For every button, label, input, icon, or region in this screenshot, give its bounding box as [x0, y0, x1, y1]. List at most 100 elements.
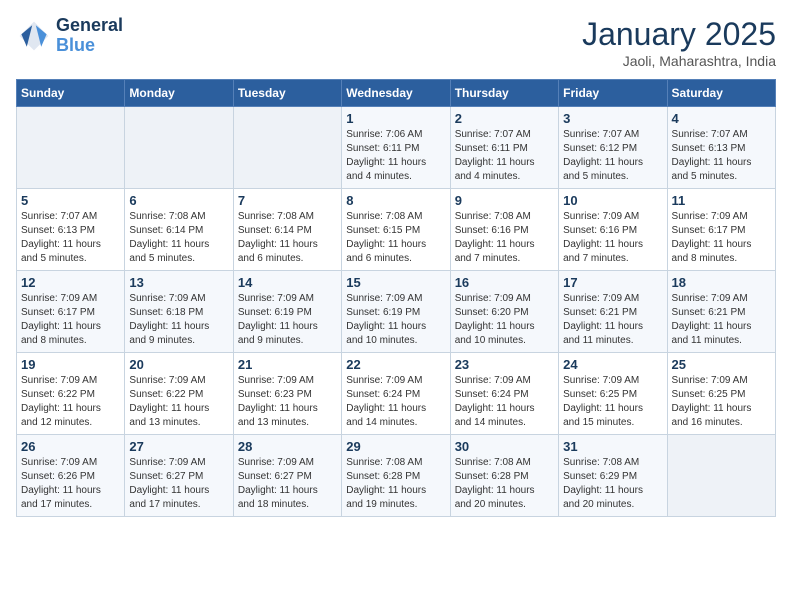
title-block: January 2025 Jaoli, Maharashtra, India: [582, 16, 776, 69]
calendar-cell: [667, 435, 775, 517]
calendar-cell: 21Sunrise: 7:09 AMSunset: 6:23 PMDayligh…: [233, 353, 341, 435]
calendar-cell: 17Sunrise: 7:09 AMSunset: 6:21 PMDayligh…: [559, 271, 667, 353]
day-info: Sunrise: 7:09 AMSunset: 6:22 PMDaylight:…: [129, 374, 228, 430]
day-number: 18: [672, 275, 771, 290]
day-number: 21: [238, 357, 337, 372]
calendar-cell: 16 Sunrise: 7:09 AMSunset: 6:20 PMDayligh…: [450, 271, 558, 353]
day-info: Sunrise: 7:07 AMSunset: 6:11 PMDaylight:…: [455, 128, 554, 184]
week-row-1: 1Sunrise: 7:06 AMSunset: 6:11 PMDaylight…: [17, 107, 776, 189]
calendar-cell: [233, 107, 341, 189]
month-title: January 2025: [582, 16, 776, 53]
day-info: Sunrise: 7:09 AMSunset: 6:27 PMDaylight:…: [129, 456, 228, 512]
day-info: Sunrise: 7:08 AMSunset: 6:28 PMDaylight:…: [346, 456, 445, 512]
calendar-cell: 26Sunrise: 7:09 AMSunset: 6:26 PMDayligh…: [17, 435, 125, 517]
day-info: Sunrise: 7:09 AMSunset: 6:25 PMDaylight:…: [563, 374, 662, 430]
location-subtitle: Jaoli, Maharashtra, India: [582, 53, 776, 69]
calendar-cell: 22Sunrise: 7:09 AMSunset: 6:24 PMDayligh…: [342, 353, 450, 435]
day-info: Sunrise: 7:09 AMSunset: 6:19 PMDaylight:…: [238, 292, 337, 348]
weekday-header-row: SundayMondayTuesdayWednesdayThursdayFrid…: [17, 80, 776, 107]
logo-icon: [16, 18, 52, 54]
day-info: Sunrise: 7:09 AMSunset: 6:19 PMDaylight:…: [346, 292, 445, 348]
day-number: 8: [346, 193, 445, 208]
page-header: General Blue January 2025 Jaoli, Maharas…: [16, 16, 776, 69]
day-info: Sunrise: 7:08 AMSunset: 6:29 PMDaylight:…: [563, 456, 662, 512]
calendar-cell: 23 Sunrise: 7:09 AMSunset: 6:24 PMDayligh…: [450, 353, 558, 435]
calendar-cell: 30Sunrise: 7:08 AMSunset: 6:28 PMDayligh…: [450, 435, 558, 517]
day-info: Sunrise: 7:09 AMSunset: 6:25 PMDaylight:…: [672, 374, 771, 430]
day-number: 29: [346, 439, 445, 454]
day-number: 5: [21, 193, 120, 208]
day-number: 27: [129, 439, 228, 454]
day-info: Sunrise: 7:09 AMSunset: 6:20 PMDaylight:…: [455, 292, 554, 348]
weekday-header-friday: Friday: [559, 80, 667, 107]
weekday-header-saturday: Saturday: [667, 80, 775, 107]
day-number: 31: [563, 439, 662, 454]
week-row-4: 19 Sunrise: 7:09 AMSunset: 6:22 PMDayligh…: [17, 353, 776, 435]
calendar-table: SundayMondayTuesdayWednesdayThursdayFrid…: [16, 79, 776, 517]
weekday-header-wednesday: Wednesday: [342, 80, 450, 107]
calendar-cell: 29 Sunrise: 7:08 AMSunset: 6:28 PMDayligh…: [342, 435, 450, 517]
calendar-cell: 31 Sunrise: 7:08 AMSunset: 6:29 PMDayligh…: [559, 435, 667, 517]
calendar-cell: 19 Sunrise: 7:09 AMSunset: 6:22 PMDayligh…: [17, 353, 125, 435]
day-info: Sunrise: 7:09 AMSunset: 6:18 PMDaylight:…: [129, 292, 228, 348]
day-number: 25: [672, 357, 771, 372]
week-row-3: 12Sunrise: 7:09 AMSunset: 6:17 PMDayligh…: [17, 271, 776, 353]
day-info: Sunrise: 7:09 AMSunset: 6:27 PMDaylight:…: [238, 456, 337, 512]
day-info: Sunrise: 7:07 AMSunset: 6:13 PMDaylight:…: [672, 128, 771, 184]
calendar-cell: 28 Sunrise: 7:09 AMSunset: 6:27 PMDayligh…: [233, 435, 341, 517]
day-number: 14: [238, 275, 337, 290]
day-info: Sunrise: 7:08 AMSunset: 6:14 PMDaylight:…: [129, 210, 228, 266]
weekday-header-monday: Monday: [125, 80, 233, 107]
day-number: 1: [346, 111, 445, 126]
weekday-header-thursday: Thursday: [450, 80, 558, 107]
day-number: 7: [238, 193, 337, 208]
day-info: Sunrise: 7:08 AMSunset: 6:28 PMDaylight:…: [455, 456, 554, 512]
day-number: 17: [563, 275, 662, 290]
calendar-cell: 4 Sunrise: 7:07 AMSunset: 6:13 PMDaylight…: [667, 107, 775, 189]
day-number: 28: [238, 439, 337, 454]
calendar-cell: 7Sunrise: 7:08 AMSunset: 6:14 PMDaylight…: [233, 189, 341, 271]
day-info: Sunrise: 7:09 AMSunset: 6:24 PMDaylight:…: [455, 374, 554, 430]
day-number: 4: [672, 111, 771, 126]
calendar-cell: 1Sunrise: 7:06 AMSunset: 6:11 PMDaylight…: [342, 107, 450, 189]
calendar-cell: 11Sunrise: 7:09 AMSunset: 6:17 PMDayligh…: [667, 189, 775, 271]
day-number: 6: [129, 193, 228, 208]
day-number: 12: [21, 275, 120, 290]
day-number: 24: [563, 357, 662, 372]
day-number: 3: [563, 111, 662, 126]
week-row-5: 26Sunrise: 7:09 AMSunset: 6:26 PMDayligh…: [17, 435, 776, 517]
day-info: Sunrise: 7:09 AMSunset: 6:22 PMDaylight:…: [21, 374, 120, 430]
calendar-cell: 2Sunrise: 7:07 AMSunset: 6:11 PMDaylight…: [450, 107, 558, 189]
calendar-cell: 20 Sunrise: 7:09 AMSunset: 6:22 PMDayligh…: [125, 353, 233, 435]
calendar-cell: 13 Sunrise: 7:09 AMSunset: 6:18 PMDayligh…: [125, 271, 233, 353]
calendar-cell: 12Sunrise: 7:09 AMSunset: 6:17 PMDayligh…: [17, 271, 125, 353]
day-number: 11: [672, 193, 771, 208]
day-number: 13: [129, 275, 228, 290]
calendar-cell: 14 Sunrise: 7:09 AMSunset: 6:19 PMDayligh…: [233, 271, 341, 353]
calendar-cell: 18Sunrise: 7:09 AMSunset: 6:21 PMDayligh…: [667, 271, 775, 353]
calendar-cell: 5 Sunrise: 7:07 AMSunset: 6:13 PMDaylight…: [17, 189, 125, 271]
day-number: 26: [21, 439, 120, 454]
day-number: 16: [455, 275, 554, 290]
calendar-cell: 15Sunrise: 7:09 AMSunset: 6:19 PMDayligh…: [342, 271, 450, 353]
calendar-cell: 3 Sunrise: 7:07 AMSunset: 6:12 PMDaylight…: [559, 107, 667, 189]
day-number: 9: [455, 193, 554, 208]
day-number: 20: [129, 357, 228, 372]
day-number: 22: [346, 357, 445, 372]
day-number: 10: [563, 193, 662, 208]
calendar-cell: 24 Sunrise: 7:09 AMSunset: 6:25 PMDayligh…: [559, 353, 667, 435]
day-number: 23: [455, 357, 554, 372]
calendar-cell: 9Sunrise: 7:08 AMSunset: 6:16 PMDaylight…: [450, 189, 558, 271]
calendar-cell: [125, 107, 233, 189]
weekday-header-sunday: Sunday: [17, 80, 125, 107]
day-info: Sunrise: 7:09 AMSunset: 6:16 PMDaylight:…: [563, 210, 662, 266]
calendar-cell: 27 Sunrise: 7:09 AMSunset: 6:27 PMDayligh…: [125, 435, 233, 517]
calendar-cell: [17, 107, 125, 189]
day-info: Sunrise: 7:07 AMSunset: 6:12 PMDaylight:…: [563, 128, 662, 184]
calendar-cell: 25 Sunrise: 7:09 AMSunset: 6:25 PMDayligh…: [667, 353, 775, 435]
weekday-header-tuesday: Tuesday: [233, 80, 341, 107]
day-info: Sunrise: 7:07 AMSunset: 6:13 PMDaylight:…: [21, 210, 120, 266]
calendar-cell: 10 Sunrise: 7:09 AMSunset: 6:16 PMDayligh…: [559, 189, 667, 271]
day-number: 19: [21, 357, 120, 372]
week-row-2: 5 Sunrise: 7:07 AMSunset: 6:13 PMDaylight…: [17, 189, 776, 271]
